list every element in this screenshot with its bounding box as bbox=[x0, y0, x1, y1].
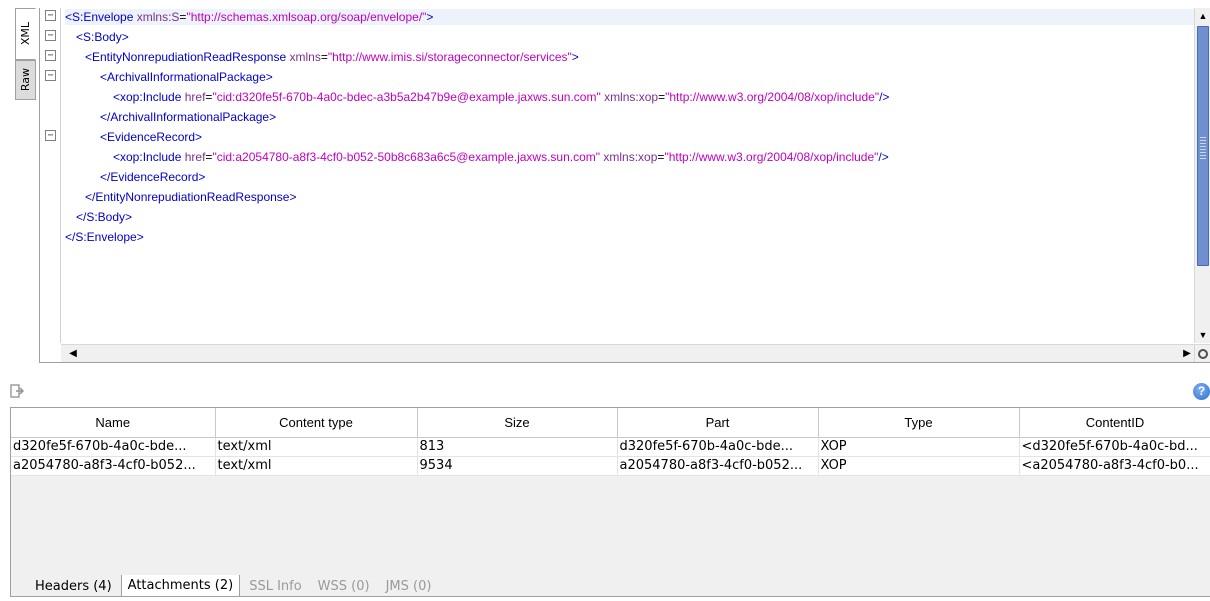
cell-name[interactable]: a2054780-a8f3-4cf0-b052... bbox=[11, 456, 216, 476]
xml-line-include-1: <xop:Include href="cid:d320fe5f-670b-4a0… bbox=[113, 90, 890, 104]
vertical-scrollbar[interactable]: ▲ ▼ bbox=[1194, 8, 1210, 343]
cell-type[interactable]: XOP bbox=[818, 437, 1020, 457]
column-header-name[interactable]: Name bbox=[11, 408, 216, 438]
cell-size[interactable]: 9534 bbox=[417, 456, 618, 476]
code-area[interactable]: <S:Envelope xmlns:S="http://schemas.xmls… bbox=[65, 8, 1195, 343]
table-row[interactable]: d320fe5f-670b-4a0c-bde... text/xml 813 d… bbox=[11, 437, 1210, 457]
xml-line-archival-close: </ArchivalInformationalPackage> bbox=[100, 110, 277, 124]
fold-toggle-body[interactable]: − bbox=[45, 30, 56, 41]
cell-content-type[interactable]: text/xml bbox=[215, 437, 418, 457]
xml-line-response-close: </EntityNonrepudiationReadResponse> bbox=[85, 190, 297, 204]
bottom-tab-bar: Headers (4) Attachments (2) SSL Info WSS… bbox=[28, 572, 440, 600]
xml-line-envelope-close: </S:Envelope> bbox=[65, 230, 144, 244]
help-icon[interactable]: ? bbox=[1193, 383, 1210, 400]
xml-editor[interactable]: − − − − − <S:Envelope xmlns:S="http://sc… bbox=[39, 8, 1210, 363]
scroll-left-icon[interactable]: ◀ bbox=[65, 345, 81, 363]
cell-contentid[interactable]: <a2054780-a8f3-4cf0-b0... bbox=[1019, 456, 1210, 476]
horizontal-scrollbar[interactable]: ◀ ▶ bbox=[61, 344, 1195, 362]
xml-line-body-close: </S:Body> bbox=[76, 210, 133, 224]
cell-size[interactable]: 813 bbox=[417, 437, 618, 457]
tab-raw-label: Raw bbox=[19, 68, 32, 92]
fold-toggle-response[interactable]: − bbox=[45, 50, 56, 61]
scroll-up-icon[interactable]: ▲ bbox=[1195, 8, 1210, 24]
attachments-table: Name Content type Size Part Type Content… bbox=[10, 407, 1210, 597]
fold-toggle-archival[interactable]: − bbox=[45, 70, 56, 81]
scroll-down-icon[interactable]: ▼ bbox=[1195, 327, 1210, 343]
xml-line-include-2: <xop:Include href="cid:a2054780-a8f3-4cf… bbox=[113, 150, 889, 164]
tab-attachments[interactable]: Attachments (2) bbox=[120, 575, 241, 597]
xml-line-response-open: <EntityNonrepudiationReadResponse xmlns=… bbox=[85, 50, 579, 64]
column-header-part[interactable]: Part bbox=[617, 408, 819, 438]
column-header-content-type[interactable]: Content type bbox=[215, 408, 418, 438]
cell-contentid[interactable]: <d320fe5f-670b-4a0c-bd... bbox=[1019, 437, 1210, 457]
gear-icon[interactable] bbox=[1198, 349, 1208, 359]
xml-line-archival-open: <ArchivalInformationalPackage> bbox=[100, 70, 273, 84]
vertical-scroll-thumb[interactable] bbox=[1197, 26, 1209, 266]
xml-line-body-open: <S:Body> bbox=[76, 30, 129, 44]
cell-name[interactable]: d320fe5f-670b-4a0c-bde... bbox=[11, 437, 216, 457]
column-header-type[interactable]: Type bbox=[818, 408, 1020, 438]
column-header-size[interactable]: Size bbox=[417, 408, 618, 438]
table-row[interactable]: a2054780-a8f3-4cf0-b052... text/xml 9534… bbox=[11, 456, 1210, 476]
tab-xml-label: XML bbox=[19, 22, 32, 46]
fold-gutter: − − − − − bbox=[40, 8, 61, 343]
cell-type[interactable]: XOP bbox=[818, 456, 1020, 476]
tab-wss[interactable]: WSS (0) bbox=[311, 575, 377, 598]
xml-line-envelope-open: <S:Envelope xmlns:S="http://schemas.xmls… bbox=[65, 9, 1195, 25]
fold-toggle-envelope[interactable]: − bbox=[45, 10, 56, 21]
column-header-contentid[interactable]: ContentID bbox=[1019, 408, 1210, 438]
tab-jms[interactable]: JMS (0) bbox=[379, 575, 439, 598]
tab-raw[interactable]: Raw bbox=[15, 60, 36, 100]
tab-xml[interactable]: XML bbox=[15, 8, 36, 60]
fold-toggle-evidence[interactable]: − bbox=[45, 130, 56, 141]
cell-part[interactable]: a2054780-a8f3-4cf0-b052... bbox=[617, 456, 819, 476]
table-header-row: Name Content type Size Part Type Content… bbox=[11, 408, 1210, 438]
xml-line-evidence-open: <EvidenceRecord> bbox=[100, 130, 203, 144]
scroll-right-icon[interactable]: ▶ bbox=[1179, 345, 1195, 363]
export-attachment-icon[interactable] bbox=[10, 384, 24, 398]
cell-part[interactable]: d320fe5f-670b-4a0c-bde... bbox=[617, 437, 819, 457]
tab-headers[interactable]: Headers (4) bbox=[28, 575, 119, 598]
xml-line-evidence-close: </EvidenceRecord> bbox=[100, 170, 206, 184]
tab-ssl-info[interactable]: SSL Info bbox=[242, 575, 308, 598]
editor-options-corner[interactable] bbox=[1194, 344, 1210, 362]
cell-content-type[interactable]: text/xml bbox=[215, 456, 418, 476]
